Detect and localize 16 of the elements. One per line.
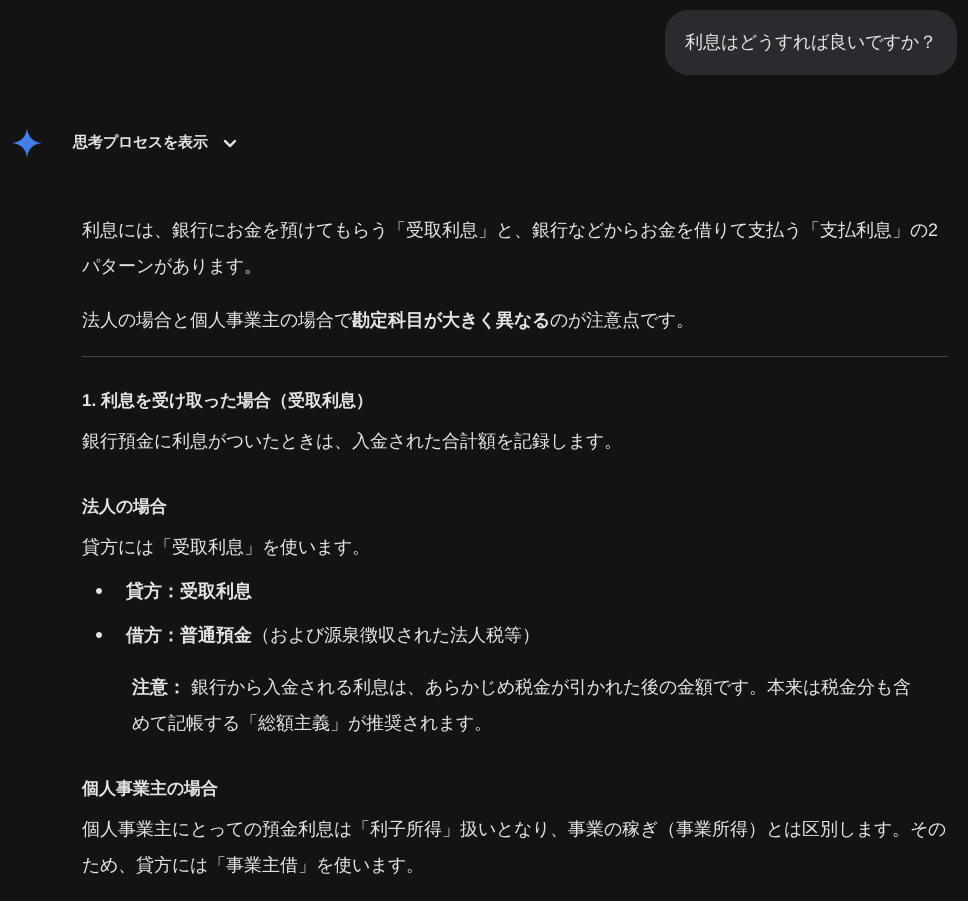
bullet-icon xyxy=(96,632,102,638)
paragraph: 利息には、銀行にお金を預けてもらう「受取利息」と、銀行などからお金を借りて支払う「支払利息」の2パターンがあります。 xyxy=(82,219,940,278)
paragraph: 銀行預金に利息がついたときは、入金された合計額を記録します。 xyxy=(82,430,623,453)
bullet-icon xyxy=(96,588,102,594)
list-item: 借方：普通預金（および源泉徴収された法人税等） xyxy=(126,624,540,647)
list-item: 貸方：受取利息 xyxy=(126,580,252,603)
paragraph: 個人事業主にとっての預金利息は「利子所得」扱いとなり、事業の稼ぎ（事業所得）とは区別します。そのため、貸方には「事業主借」を使います。 xyxy=(82,818,947,877)
section-heading: 法人の場合 xyxy=(82,496,168,518)
show-thinking-toggle[interactable]: 思考プロセスを表示 xyxy=(73,132,238,154)
paragraph: 貸方には「受取利息」を使います。 xyxy=(82,536,371,559)
section-heading: 1. 利息を受け取った場合（受取利息） xyxy=(82,390,374,412)
section-heading: 個人事業主の場合 xyxy=(82,778,219,800)
user-message: 利息はどうすれば良いですか？ xyxy=(665,10,957,75)
note-text: 注意： 銀行から入金される利息は、あらかじめ税金が引かれた後の金額です。本来は税金分も含めて記帳する「総額主義」が推奨されます。 xyxy=(132,676,912,735)
paragraph: 法人の場合と個人事業主の場合で勘定科目が大きく異なるのが注意点です。 xyxy=(82,309,695,332)
sparkle-icon xyxy=(12,128,42,158)
